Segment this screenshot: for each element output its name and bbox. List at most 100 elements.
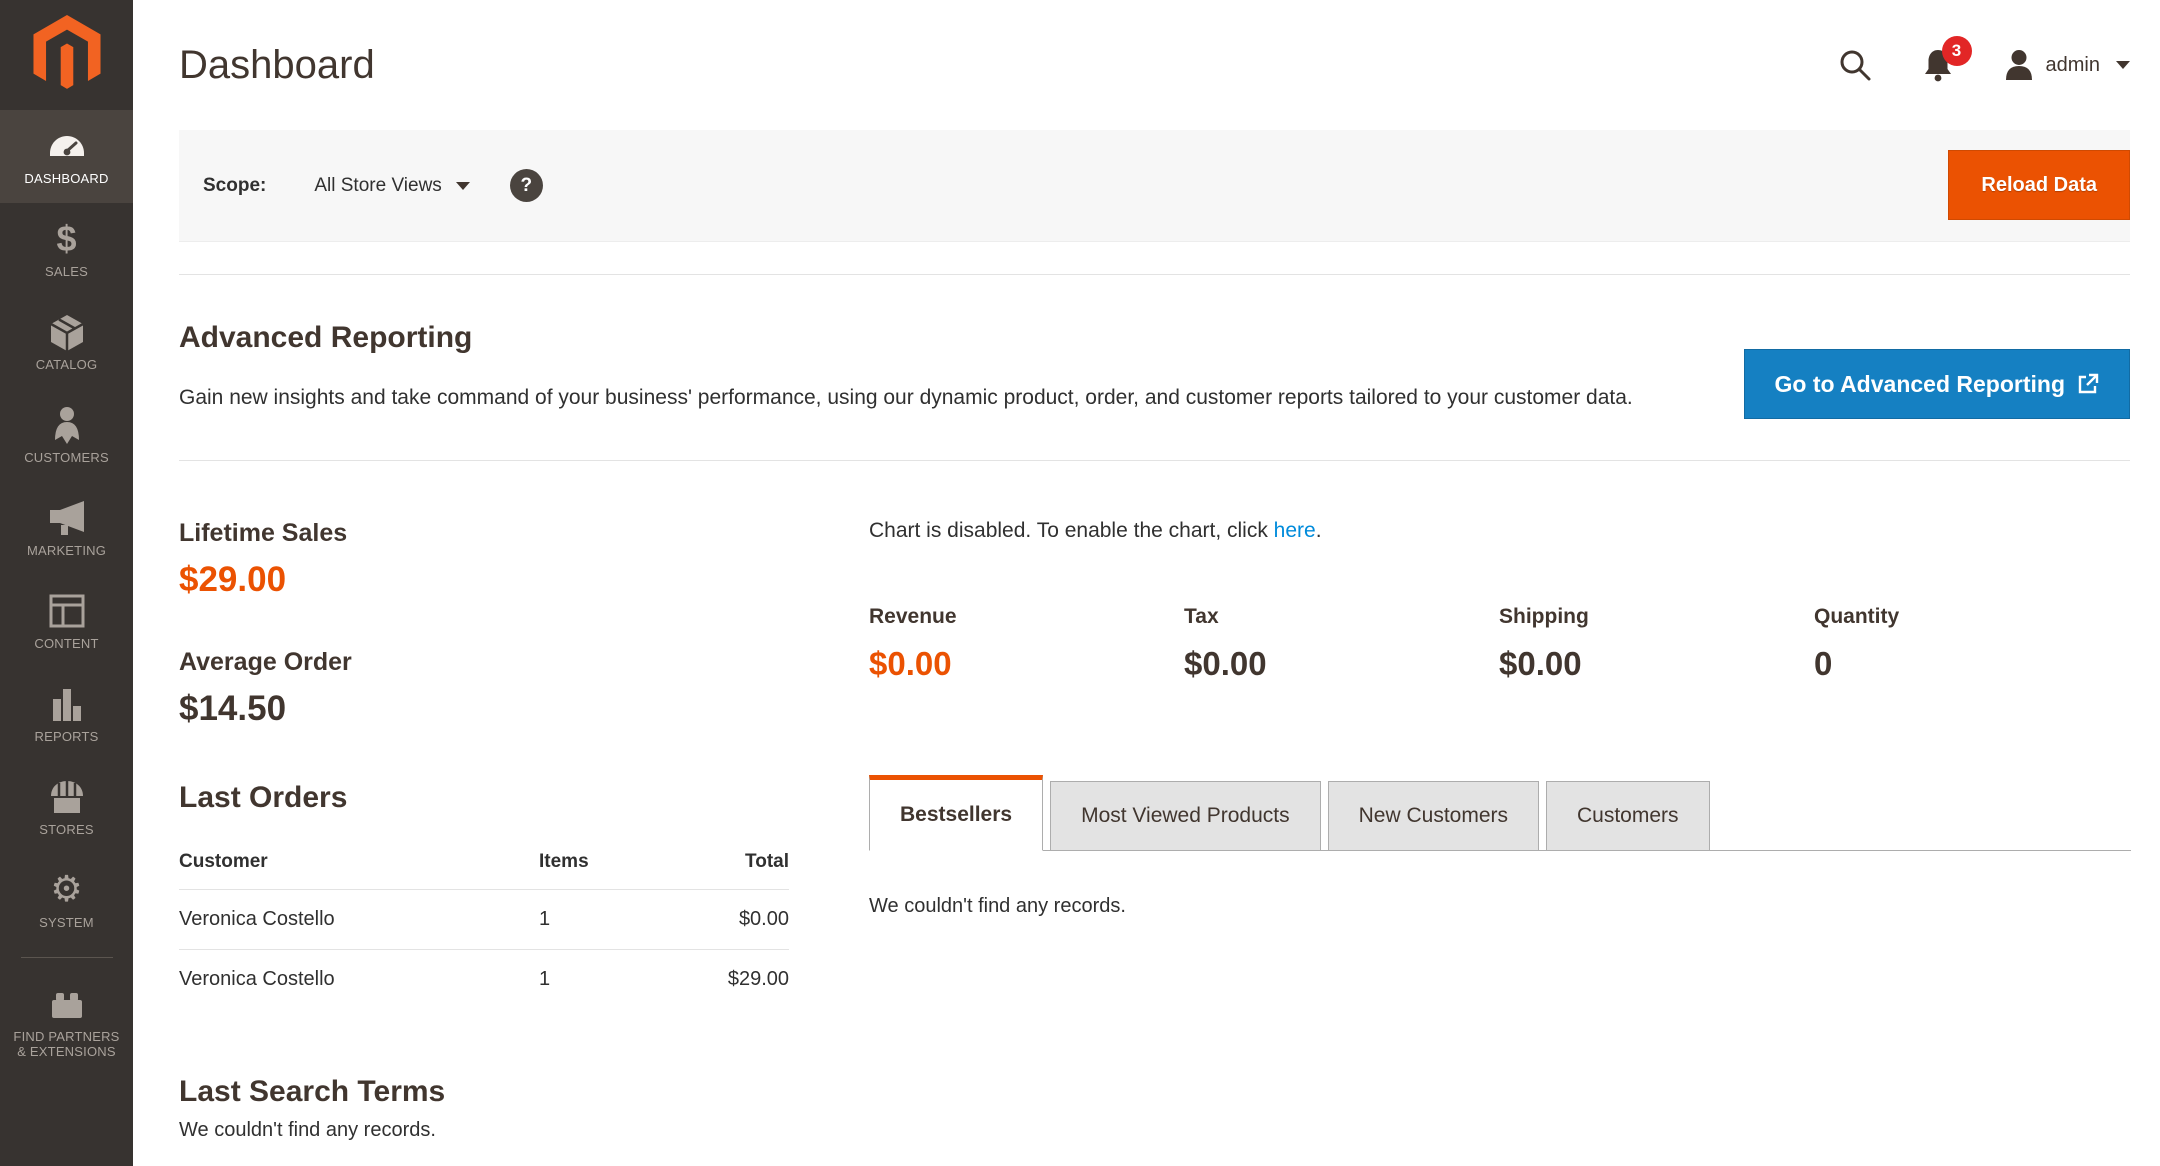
- sidebar-item-label: CONTENT: [30, 636, 102, 651]
- average-order-value: $14.50: [179, 689, 789, 729]
- tab-new-customers[interactable]: New Customers: [1328, 781, 1539, 850]
- metric-value: $0.00: [869, 645, 1184, 683]
- chart-notice-suffix: .: [1316, 519, 1322, 542]
- tab-bestsellers[interactable]: Bestsellers: [869, 775, 1043, 851]
- tab-empty-message: We couldn't find any records.: [869, 895, 2131, 918]
- sidebar-item-find-partners[interactable]: FIND PARTNERS & EXTENSIONS: [0, 966, 133, 1078]
- left-column: Lifetime Sales $29.00 Average Order $14.…: [179, 519, 789, 1142]
- cell-items: 1: [539, 890, 659, 950]
- average-order-label: Average Order: [179, 648, 789, 677]
- tab-customers[interactable]: Customers: [1546, 781, 1710, 850]
- gear-icon: ⚙: [50, 871, 82, 909]
- user-name: admin: [2046, 54, 2100, 77]
- advanced-reporting-section: Advanced Reporting Gain new insights and…: [179, 321, 2130, 416]
- sidebar-item-marketing[interactable]: MARKETING: [0, 482, 133, 575]
- section-divider: [179, 274, 2130, 275]
- lifetime-sales-label: Lifetime Sales: [179, 519, 789, 548]
- column-header-customer: Customer: [179, 841, 539, 890]
- metric-value: $0.00: [1499, 645, 1814, 683]
- column-header-total: Total: [659, 841, 789, 890]
- metric-value: 0: [1814, 645, 2129, 683]
- sidebar-item-content[interactable]: CONTENT: [0, 575, 133, 668]
- last-search-terms-section: Last Search Terms We couldn't find any r…: [179, 1075, 789, 1142]
- chart-notice-text: Chart is disabled. To enable the chart, …: [869, 519, 1274, 542]
- magento-logo-icon: [32, 15, 102, 96]
- metric-label: Revenue: [869, 605, 1184, 629]
- sidebar: DASHBOARD $ SALES CATALOG: [0, 0, 133, 1166]
- dollar-icon: $: [56, 220, 76, 258]
- sidebar-item-dashboard[interactable]: DASHBOARD: [0, 110, 133, 203]
- metric-value: $0.00: [1184, 645, 1499, 683]
- sidebar-item-system[interactable]: ⚙ SYSTEM: [0, 854, 133, 947]
- tab-most-viewed-products[interactable]: Most Viewed Products: [1050, 781, 1321, 850]
- sidebar-item-catalog[interactable]: CATALOG: [0, 296, 133, 389]
- cell-items: 1: [539, 950, 659, 1010]
- page-title: Dashboard: [179, 43, 375, 88]
- metric-label: Shipping: [1499, 605, 1814, 629]
- cell-total: $0.00: [659, 890, 789, 950]
- last-orders-title: Last Orders: [179, 781, 789, 815]
- user-avatar-icon: [2004, 49, 2034, 81]
- last-search-empty-message: We couldn't find any records.: [179, 1119, 789, 1142]
- reload-data-button[interactable]: Reload Data: [1948, 150, 2130, 220]
- table-row[interactable]: Veronica Costello 1 $0.00: [179, 890, 789, 950]
- layout-icon: [49, 592, 85, 630]
- person-icon: [52, 406, 82, 444]
- table-row[interactable]: Veronica Costello 1 $29.00: [179, 950, 789, 1010]
- admin-user-menu[interactable]: admin: [2004, 49, 2130, 81]
- chevron-down-icon: [456, 182, 470, 190]
- store-view-switcher[interactable]: All Store Views: [314, 175, 469, 197]
- last-search-terms-title: Last Search Terms: [179, 1075, 789, 1109]
- megaphone-icon: [48, 499, 86, 537]
- search-icon[interactable]: [1838, 48, 1872, 82]
- enable-chart-link[interactable]: here: [1274, 519, 1316, 542]
- cell-customer: Veronica Costello: [179, 950, 539, 1010]
- sidebar-item-sales[interactable]: $ SALES: [0, 203, 133, 296]
- section-divider: [179, 460, 2130, 461]
- metric-shipping: Shipping $0.00: [1499, 605, 1814, 683]
- metrics-row: Revenue $0.00 Tax $0.00 Shipping $0.00: [869, 605, 2131, 683]
- sidebar-item-label: FIND PARTNERS & EXTENSIONS: [7, 1029, 127, 1059]
- advanced-reporting-description: Gain new insights and take command of yo…: [179, 379, 1694, 416]
- chevron-down-icon: [2116, 61, 2130, 69]
- go-to-advanced-reporting-button[interactable]: Go to Advanced Reporting: [1744, 349, 2131, 419]
- lifetime-sales-value: $29.00: [179, 560, 789, 600]
- dashboard-tabs: Bestsellers Most Viewed Products New Cus…: [869, 775, 2131, 851]
- scope-bar: Scope: All Store Views ? Reload Data: [179, 130, 2130, 242]
- sidebar-item-customers[interactable]: CUSTOMERS: [0, 389, 133, 482]
- magento-admin-dashboard: DASHBOARD $ SALES CATALOG: [0, 0, 2160, 1166]
- right-column: Chart is disabled. To enable the chart, …: [869, 519, 2131, 1142]
- bar-chart-icon: [50, 685, 84, 723]
- sidebar-divider: [21, 957, 113, 958]
- last-orders-table: Customer Items Total Veronica Costello 1…: [179, 841, 789, 1009]
- metric-quantity: Quantity 0: [1814, 605, 2129, 683]
- sidebar-item-stores[interactable]: STORES: [0, 761, 133, 854]
- external-link-icon: [2077, 373, 2099, 395]
- box-icon: [49, 313, 85, 351]
- brick-icon: [48, 985, 86, 1023]
- sidebar-item-label: SALES: [41, 264, 92, 279]
- sidebar-item-label: CATALOG: [32, 357, 102, 372]
- sidebar-item-label: CUSTOMERS: [20, 450, 113, 465]
- cell-total: $29.00: [659, 950, 789, 1010]
- metric-tax: Tax $0.00: [1184, 605, 1499, 683]
- notification-badge: 3: [1942, 36, 1972, 66]
- sidebar-item-reports[interactable]: REPORTS: [0, 668, 133, 761]
- dashboard-columns: Lifetime Sales $29.00 Average Order $14.…: [179, 519, 2130, 1142]
- last-orders-section: Last Orders Customer Items Total: [179, 781, 789, 1009]
- scope-label: Scope:: [203, 175, 266, 197]
- page-header: Dashboard 3: [179, 0, 2130, 130]
- sidebar-item-label: SYSTEM: [35, 915, 98, 930]
- magento-logo[interactable]: [0, 0, 133, 110]
- notifications-button[interactable]: 3: [1922, 48, 1954, 82]
- scope-value: All Store Views: [314, 175, 441, 197]
- metric-label: Quantity: [1814, 605, 2129, 629]
- cell-customer: Veronica Costello: [179, 890, 539, 950]
- help-icon[interactable]: ?: [510, 169, 543, 202]
- column-header-items: Items: [539, 841, 659, 890]
- metric-label: Tax: [1184, 605, 1499, 629]
- sidebar-item-label: REPORTS: [30, 729, 102, 744]
- metric-revenue: Revenue $0.00: [869, 605, 1184, 683]
- main-content: Dashboard 3: [133, 0, 2160, 1166]
- header-actions: 3 admin: [1838, 48, 2130, 82]
